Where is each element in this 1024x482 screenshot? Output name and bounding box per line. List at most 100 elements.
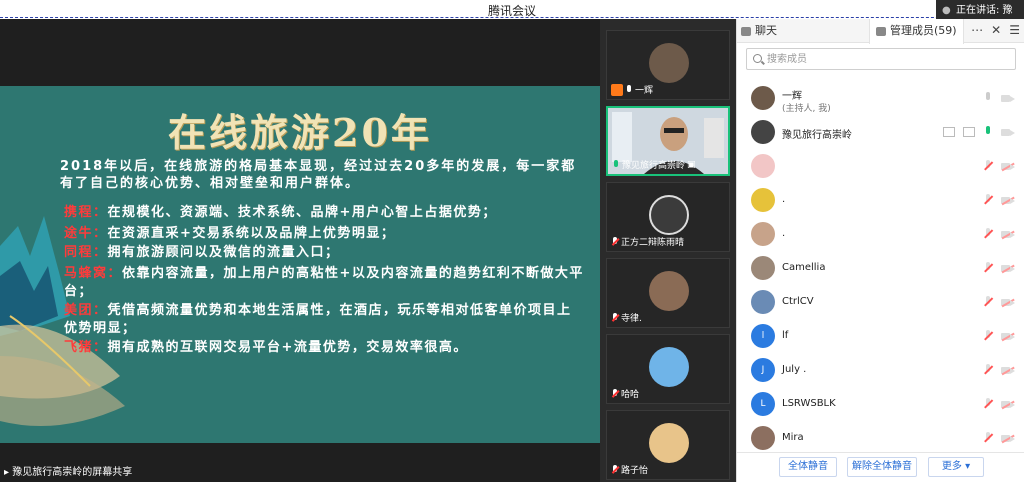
camera-icon[interactable]: [1001, 94, 1015, 103]
video-strip: 一辉 豫见旅行高崇岭 ▣ 正方二辩陈雨晴 寺律. 哈哈 路子怡: [600, 19, 736, 482]
speaking-text: 正在讲话: 豫: [956, 5, 1013, 16]
member-name: 豫见旅行高崇岭: [782, 130, 852, 141]
slide-item: 途牛：在资源直采+交易系统以及品牌上优势明显；: [64, 226, 396, 241]
member-name: CtrlCV: [782, 296, 814, 307]
member-name: Camellia: [782, 262, 826, 273]
slide-item: 美团：凭借高频流量优势和本地生活属性，在酒店，玩乐等相对低客单价项目上优势明显；: [64, 303, 572, 336]
video-tile[interactable]: 路子怡: [606, 410, 730, 480]
mic-muted-icon: [611, 388, 619, 399]
mic-muted-icon: [611, 464, 619, 475]
mic-muted-icon[interactable]: [983, 262, 993, 274]
search-icon: [753, 54, 762, 63]
camera-off-icon[interactable]: [1001, 230, 1015, 239]
video-tile-name: 豫见旅行高崇岭: [622, 161, 686, 171]
member-search: [746, 48, 1016, 70]
slide-intro: 2018年以后，在线旅游的格局基本显现，经过过去20多年的发展，每一家都有了自己…: [60, 159, 577, 191]
member-role: (主持人, 我): [782, 104, 831, 114]
member-name: 一辉: [782, 91, 802, 102]
member-name: .: [782, 228, 786, 239]
list-item[interactable]: .: [737, 183, 1024, 217]
presentation-slide: 在线旅游20年 2018年以后，在线旅游的格局基本显现，经过过去20多年的发展，…: [0, 86, 600, 443]
list-item[interactable]: 一辉 (主持人, 我): [737, 81, 1024, 115]
panel-footer: 全体静音 解除全体静音 更多 ▾: [737, 452, 1024, 482]
avatar: l: [751, 324, 775, 348]
avatar: [649, 195, 689, 235]
list-item[interactable]: l lf: [737, 319, 1024, 353]
slide-item: 马蜂窝：依靠内容流量，加上用户的高粘性+以及内容流量的趋势红利不断做大平台；: [64, 266, 584, 299]
mute-all-button[interactable]: 全体静音: [779, 457, 837, 477]
camera-off-icon[interactable]: [1001, 332, 1015, 341]
video-tile[interactable]: 哈哈: [606, 334, 730, 404]
slide-item: 携程：在规模化、资源端、技术系统、品牌+用户心智上占据优势；: [64, 205, 497, 220]
camera-off-icon[interactable]: [1001, 434, 1015, 443]
tab-chat[interactable]: 聊天: [741, 19, 777, 43]
avatar: [751, 256, 775, 280]
camera-off-icon[interactable]: [1001, 298, 1015, 307]
mic-muted-icon: [611, 236, 619, 247]
search-input[interactable]: [767, 51, 1007, 67]
more-options-icon[interactable]: ⋯: [971, 23, 983, 37]
slide-items: 携程：在规模化、资源端、技术系统、品牌+用户心智上占据优势； 途牛：在资源直采+…: [64, 204, 584, 358]
mic-muted-icon[interactable]: [983, 364, 993, 376]
avatar: J: [751, 358, 775, 382]
avatar: [751, 290, 775, 314]
video-tile[interactable]: 一辉: [606, 30, 730, 100]
video-tile[interactable]: 寺律.: [606, 258, 730, 328]
camera-off-icon[interactable]: [1001, 162, 1015, 171]
menu-icon[interactable]: ☰: [1009, 23, 1020, 37]
avatar: [751, 188, 775, 212]
mic-icon: [625, 84, 633, 95]
video-tile-name: 哈哈: [621, 390, 640, 400]
list-item[interactable]: [737, 149, 1024, 183]
avatar: [649, 43, 689, 83]
camera-off-icon[interactable]: [1001, 196, 1015, 205]
more-button[interactable]: 更多 ▾: [928, 457, 984, 477]
list-item[interactable]: Mira: [737, 421, 1024, 455]
tab-members[interactable]: 管理成员(59): [869, 19, 964, 44]
person-frame-icon: [963, 127, 975, 137]
camera-off-icon[interactable]: [1001, 366, 1015, 375]
member-list: 一辉 (主持人, 我) 豫见旅行高崇岭 . . Camellia CtrlCV …: [737, 81, 1024, 455]
unmute-all-button[interactable]: 解除全体静音: [847, 457, 917, 477]
mic-muted-icon[interactable]: [983, 432, 993, 444]
member-name: Mira: [782, 432, 804, 443]
list-item[interactable]: J July .: [737, 353, 1024, 387]
list-item[interactable]: .: [737, 217, 1024, 251]
mic-muted-icon[interactable]: [983, 160, 993, 172]
video-tile-active[interactable]: 豫见旅行高崇岭 ▣: [606, 106, 730, 176]
avatar: L: [751, 392, 775, 416]
share-icon: ▸: [4, 467, 13, 478]
member-name: lf: [782, 330, 789, 341]
slide-title: 在线旅游20年: [168, 110, 432, 155]
mic-muted-icon[interactable]: [983, 228, 993, 240]
host-badge-icon: [611, 83, 623, 96]
person-icon: [876, 26, 886, 36]
members-panel: 聊天 管理成员(59) ⋯ ✕ ☰ 一辉 (主持人, 我) 豫见旅行高崇岭: [736, 19, 1024, 482]
slide-item: 飞猪：拥有成熟的互联网交易平台+流量优势，交易效率很高。: [64, 340, 468, 355]
list-item[interactable]: Camellia: [737, 251, 1024, 285]
mic-icon[interactable]: [983, 92, 993, 104]
camera-icon[interactable]: [1001, 128, 1015, 137]
camera-off-icon[interactable]: [1001, 264, 1015, 273]
slide-item: 同程：拥有旅游顾问以及微信的流量入口；: [64, 245, 340, 260]
window-title: 腾讯会议: [487, 4, 536, 18]
list-item[interactable]: 豫见旅行高崇岭: [737, 115, 1024, 149]
list-item[interactable]: L LSRWSBLK: [737, 387, 1024, 421]
mic-muted-icon[interactable]: [983, 330, 993, 342]
member-name: July .: [782, 364, 807, 375]
video-tile[interactable]: 正方二辩陈雨晴: [606, 182, 730, 252]
avatar: [751, 86, 775, 110]
close-icon[interactable]: ✕: [991, 23, 1001, 37]
camera-off-icon[interactable]: [1001, 400, 1015, 409]
list-item[interactable]: CtrlCV: [737, 285, 1024, 319]
mic-muted-icon[interactable]: [983, 398, 993, 410]
mic-muted-icon[interactable]: [983, 194, 993, 206]
member-name: .: [782, 194, 786, 205]
avatar: [751, 426, 775, 450]
video-tile-name: 正方二辩陈雨晴: [621, 238, 685, 248]
mic-icon[interactable]: [983, 126, 993, 138]
mic-muted-icon[interactable]: [983, 296, 993, 308]
member-name: LSRWSBLK: [782, 398, 836, 409]
panel-tabs: 聊天 管理成员(59) ⋯ ✕ ☰: [737, 19, 1024, 44]
avatar: [649, 271, 689, 311]
